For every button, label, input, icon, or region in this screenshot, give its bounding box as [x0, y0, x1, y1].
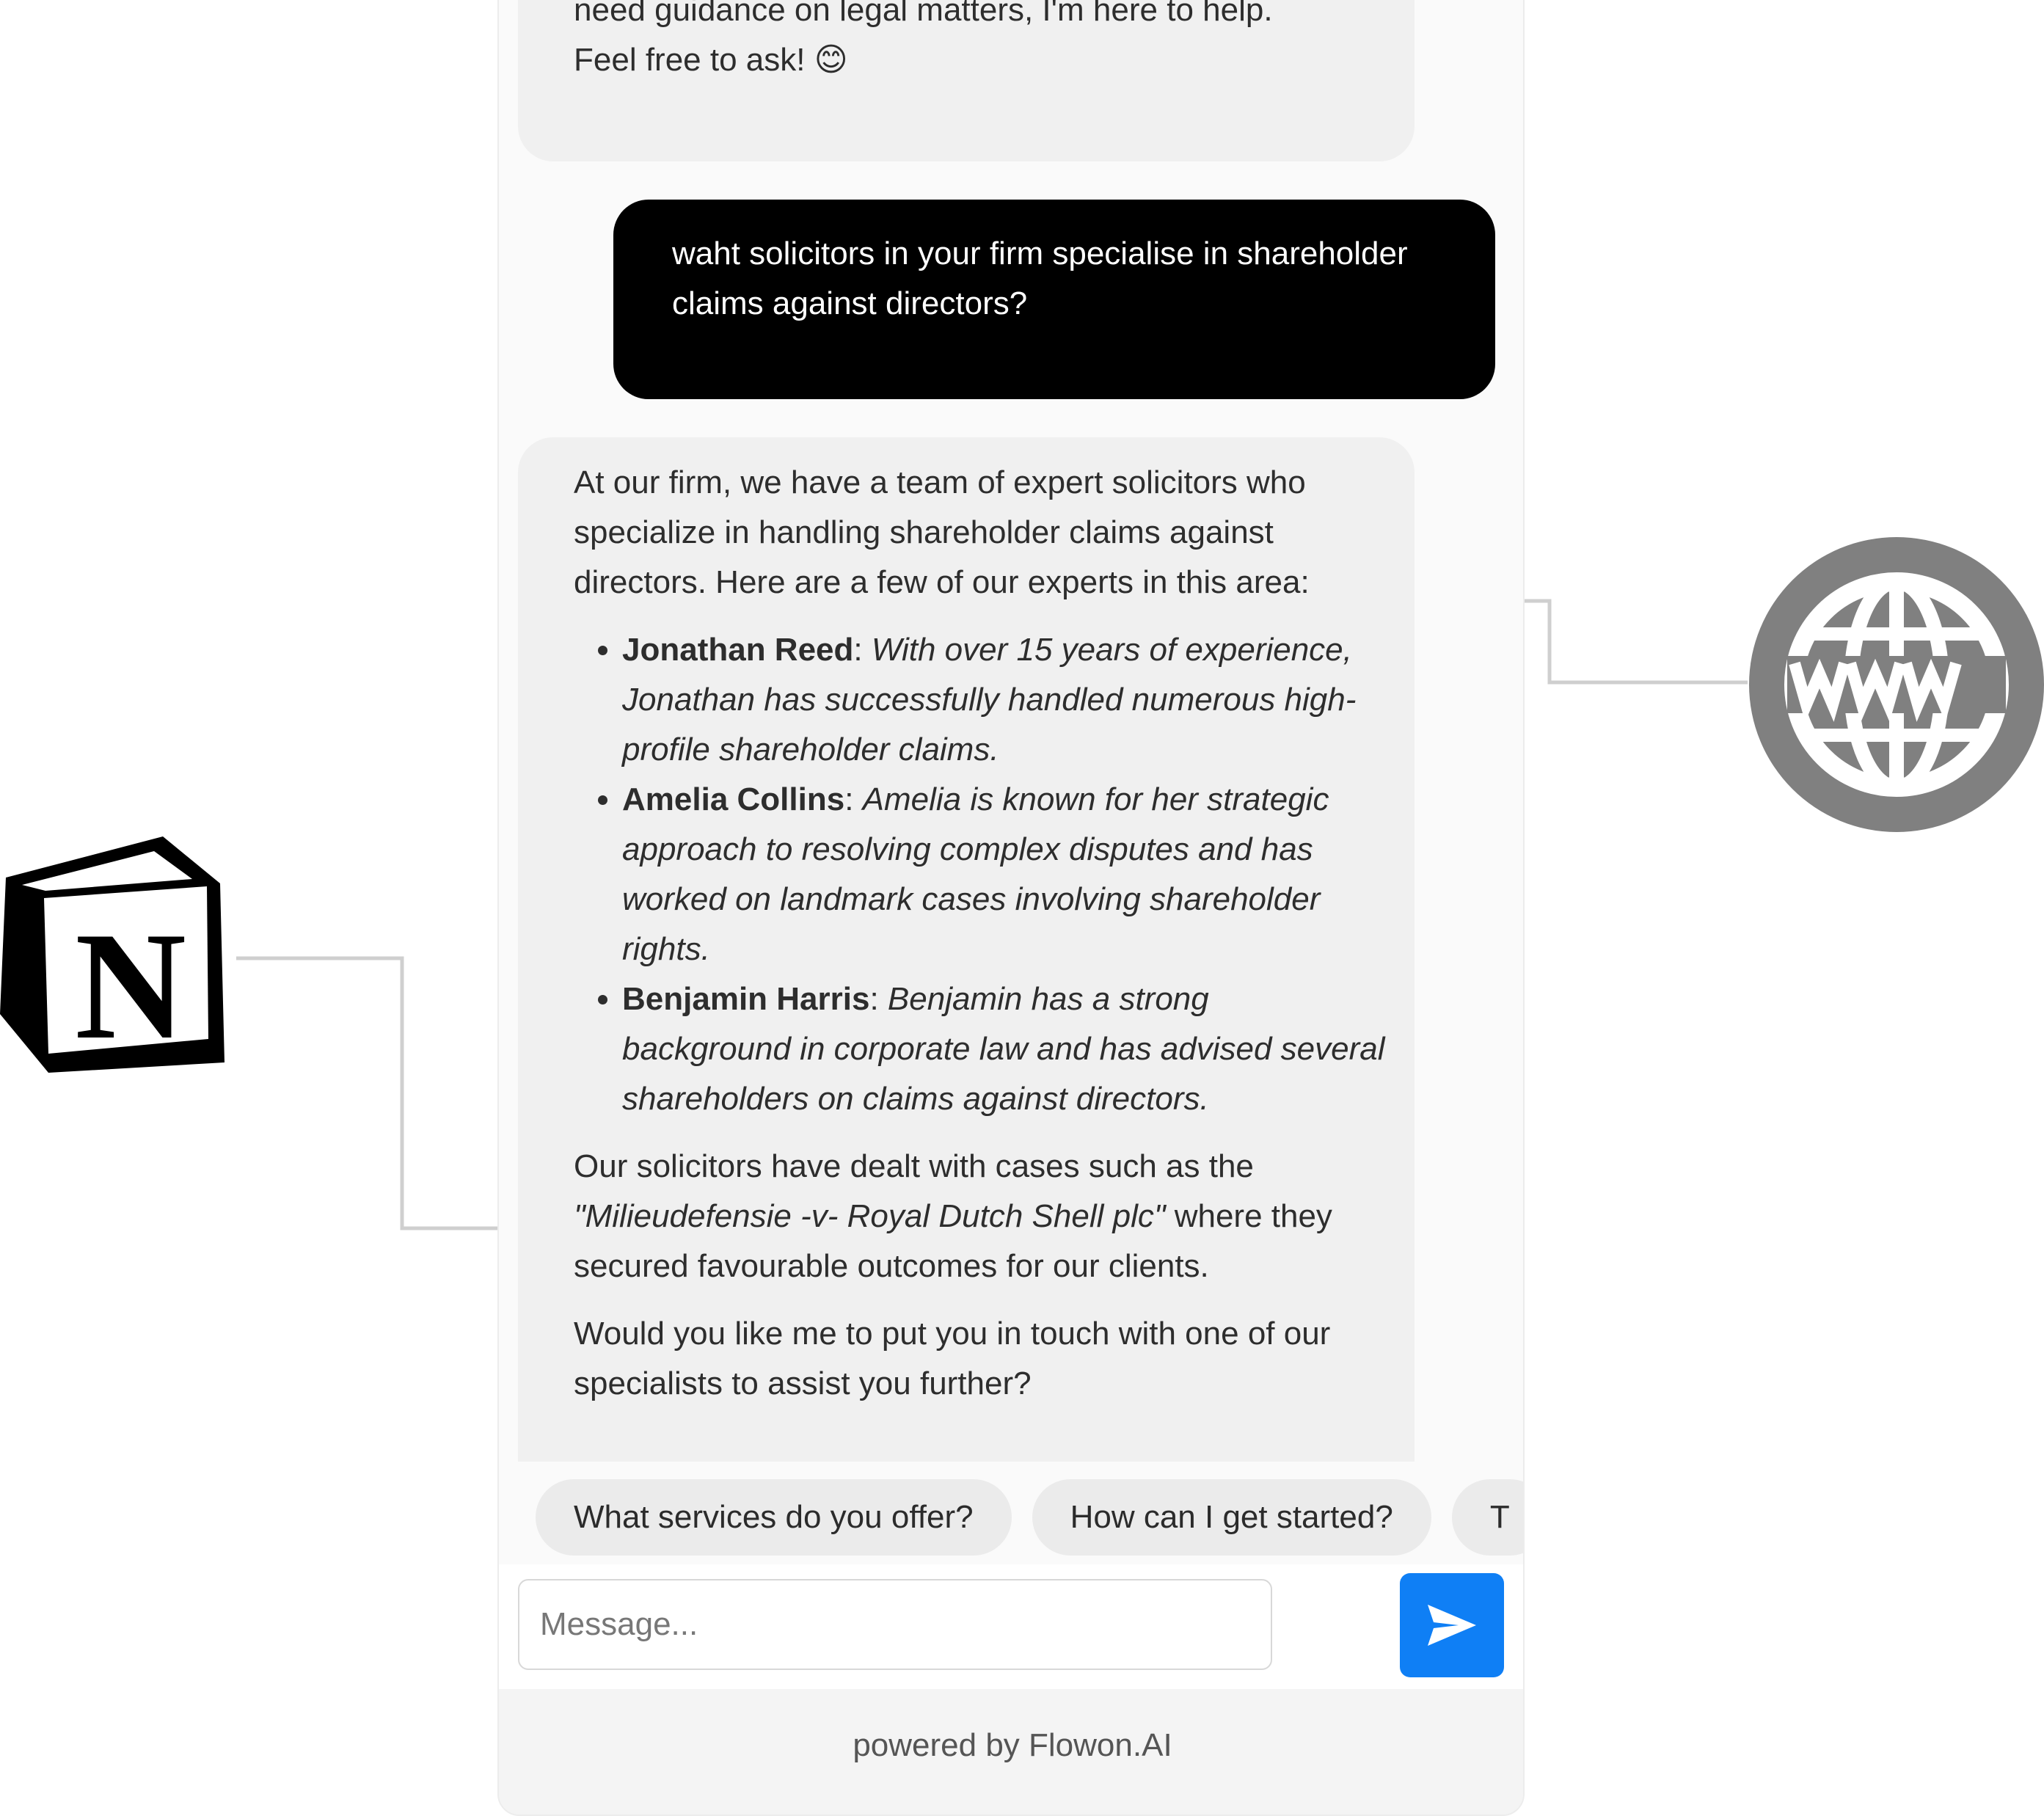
suggestion-chip[interactable]: What services do you offer?: [536, 1479, 1012, 1556]
case-name: "Milieudefensie -v- Royal Dutch Shell pl…: [574, 1198, 1166, 1234]
answer-cases: Our solicitors have dealt with cases suc…: [574, 1148, 1332, 1284]
powered-by-text: powered by Flowon.AI: [853, 1727, 1172, 1763]
experts-list: Jonathan Reed: With over 15 years of exp…: [574, 625, 1385, 1124]
expert-name: Jonathan Reed: [622, 632, 854, 668]
expert-item: Benjamin Harris: Benjamin has a strong b…: [622, 974, 1385, 1124]
bot-message-line: need guidance on legal matters, I'm here…: [574, 0, 1273, 28]
message-input[interactable]: [518, 1579, 1272, 1670]
notion-icon: N: [0, 834, 230, 1073]
user-message: waht solicitors in your firm specialise …: [613, 200, 1495, 399]
bot-message-line: Feel free to ask! 😊: [574, 42, 848, 78]
answer-closing: Would you like me to put you in touch wi…: [574, 1316, 1331, 1401]
suggestion-chips: What services do you offer? How can I ge…: [536, 1479, 1523, 1556]
expert-name: Amelia Collins: [622, 781, 845, 817]
send-icon: [1428, 1605, 1476, 1646]
expert-name: Benjamin Harris: [622, 981, 870, 1017]
bot-message-intro: need guidance on legal matters, I'm here…: [518, 0, 1415, 161]
www-globe-icon: [1749, 537, 2044, 832]
suggestion-chip[interactable]: T: [1451, 1479, 1523, 1556]
notion-letter: N: [75, 901, 186, 1071]
suggestion-chip[interactable]: How can I get started?: [1032, 1479, 1431, 1556]
expert-item: Amelia Collins: Amelia is known for her …: [622, 775, 1385, 974]
bot-message-answer: At our firm, we have a team of expert so…: [518, 437, 1415, 1462]
answer-intro: At our firm, we have a team of expert so…: [574, 464, 1310, 600]
send-button[interactable]: [1400, 1573, 1504, 1677]
chat-widget: need guidance on legal matters, I'm here…: [497, 0, 1525, 1816]
expert-item: Jonathan Reed: With over 15 years of exp…: [622, 625, 1385, 775]
composer: [499, 1564, 1523, 1689]
powered-by-footer: powered by Flowon.AI: [499, 1689, 1523, 1815]
